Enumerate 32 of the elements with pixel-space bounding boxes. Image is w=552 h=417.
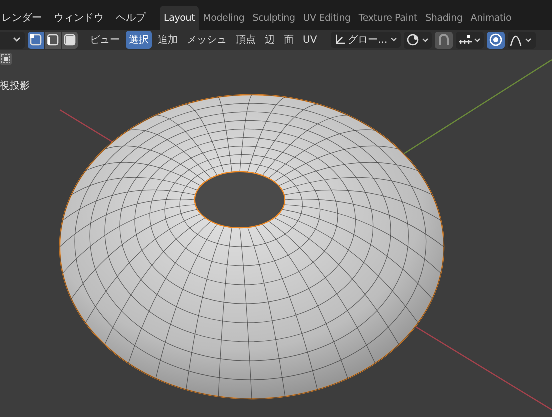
falloff-dropdown[interactable] [508, 32, 536, 48]
header-menu-item[interactable]: 面 [281, 31, 297, 49]
header-menu-item[interactable]: 辺 [262, 31, 278, 49]
view-label: 視投影 [0, 80, 30, 93]
workspace-tab[interactable]: Texture Paint [354, 6, 422, 30]
header-menu-item[interactable]: UV [300, 32, 320, 48]
face-select-button[interactable] [62, 32, 78, 48]
workspace-tab[interactable]: Animatio [466, 6, 516, 30]
workspace-tab[interactable]: UV Editing [299, 6, 355, 30]
mode-dropdown[interactable] [0, 32, 25, 48]
header-menu-item[interactable]: 頂点 [233, 31, 259, 49]
workspace-tab[interactable]: Modeling [199, 6, 249, 30]
header-menu-item[interactable]: 選択 [126, 31, 152, 49]
axes-icon [334, 34, 346, 46]
orientation-dropdown[interactable]: グロー... [331, 32, 401, 48]
view-toggle-icon[interactable] [0, 53, 12, 65]
proportional-editing-icon[interactable] [486, 32, 505, 48]
magnet-icon[interactable] [434, 32, 453, 48]
menu-item[interactable]: ウィンドウ [54, 11, 104, 25]
chevron-down-icon [390, 36, 398, 44]
pivot-dropdown[interactable] [404, 32, 432, 48]
menu-item[interactable]: ヘルプ [116, 11, 146, 25]
header-menu-item[interactable]: ビュー [87, 31, 123, 49]
menu-item[interactable]: レンダー [2, 11, 42, 25]
header-menu-item[interactable]: メッシュ [184, 31, 230, 49]
vertex-select-button[interactable] [28, 32, 44, 48]
header-menu-item[interactable]: 追加 [155, 31, 181, 49]
workspace-tab[interactable]: Sculpting [248, 6, 300, 30]
workspace-tab[interactable]: Shading [422, 6, 467, 30]
snap-options-dropdown[interactable] [456, 32, 484, 48]
workspace-tab[interactable]: Layout [160, 6, 200, 30]
edge-select-button[interactable] [45, 32, 61, 48]
